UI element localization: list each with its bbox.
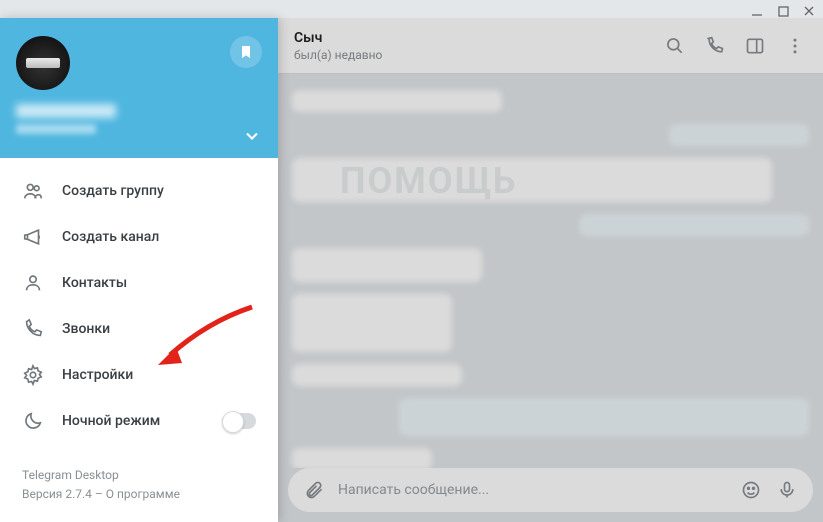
menu-item-new-channel[interactable]: Создать канал [0, 214, 278, 260]
menu-label: Ночной режим [62, 413, 160, 429]
menu-label: Создать канал [62, 229, 159, 245]
menu-item-new-group[interactable]: Создать группу [0, 168, 278, 214]
gear-icon [22, 364, 44, 386]
group-icon [22, 180, 44, 202]
menu-header [0, 18, 278, 158]
avatar[interactable] [16, 36, 70, 90]
menu-list: Создать группу Создать канал Контакты Зв… [0, 158, 278, 454]
menu-item-night-mode[interactable]: Ночной режим [0, 398, 278, 444]
saved-messages-icon[interactable] [230, 36, 262, 68]
app-name: Telegram Desktop [22, 466, 256, 485]
app-window: Сыч был(а) недавно ПОМОЩЬ [0, 0, 823, 522]
menu-item-settings[interactable]: Настройки [0, 352, 278, 398]
profile-phone [16, 124, 96, 134]
contact-icon [22, 272, 44, 294]
dim-overlay[interactable] [278, 18, 823, 522]
window-controls [749, 0, 817, 18]
moon-icon [22, 410, 44, 432]
menu-label: Настройки [62, 367, 133, 383]
menu-footer: Telegram Desktop Версия 2.7.4 – О програ… [0, 454, 278, 522]
menu-item-calls[interactable]: Звонки [0, 306, 278, 352]
megaphone-icon [22, 226, 44, 248]
close-button[interactable] [801, 4, 817, 18]
expand-accounts-icon[interactable] [242, 126, 262, 146]
menu-label: Контакты [62, 275, 127, 291]
version-line: Версия 2.7.4 – О программе [22, 485, 256, 504]
version-text: Версия 2.7.4 – [22, 487, 106, 501]
maximize-button[interactable] [775, 4, 791, 18]
minimize-button[interactable] [749, 4, 765, 18]
phone-icon [22, 318, 44, 340]
main-menu-panel: Создать группу Создать канал Контакты Зв… [0, 18, 278, 522]
profile-name [16, 104, 116, 118]
menu-label: Звонки [62, 321, 110, 337]
night-mode-toggle[interactable] [222, 413, 256, 429]
menu-item-contacts[interactable]: Контакты [0, 260, 278, 306]
menu-label: Создать группу [62, 183, 164, 199]
about-link[interactable]: О программе [106, 487, 180, 501]
